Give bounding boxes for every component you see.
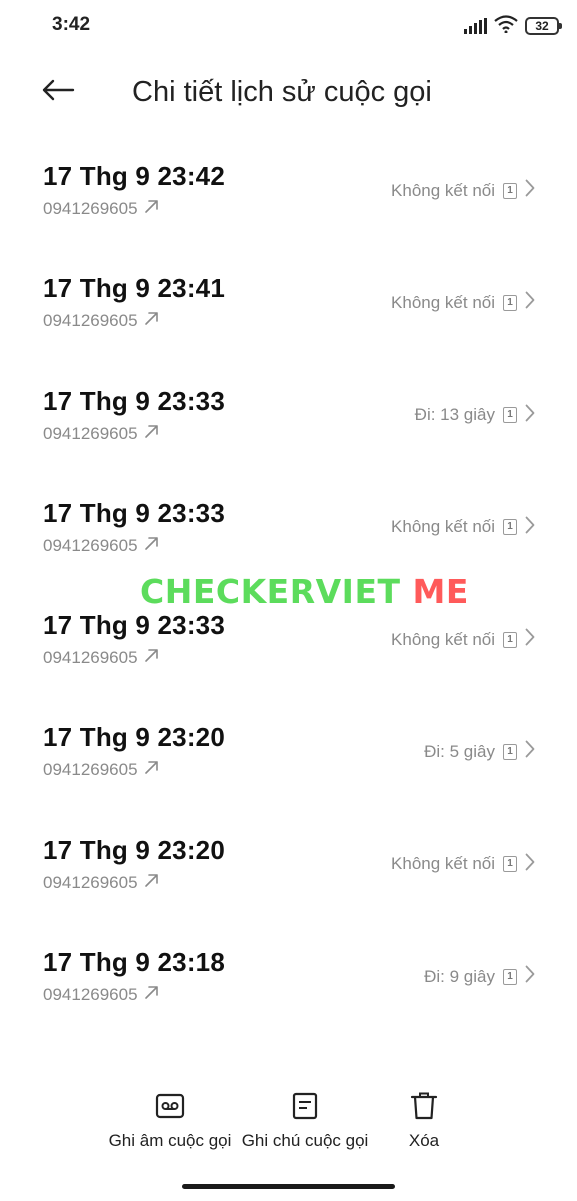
call-log-row[interactable]: 17 Thg 9 23:42 0941269605 Không kết nối 1 [0, 145, 577, 257]
trash-icon [408, 1090, 440, 1122]
status-icons: 32 [464, 14, 562, 38]
call-number: 0941269605 [43, 760, 159, 780]
back-button[interactable] [38, 74, 78, 110]
phone-number: 0941269605 [43, 872, 138, 892]
call-datetime: 17 Thg 9 23:18 [43, 947, 225, 978]
call-status: Đi: 13 giây [414, 405, 495, 425]
outgoing-arrow-icon [144, 536, 159, 556]
chevron-right-icon [525, 404, 535, 427]
call-status-group: Không kết nối 1 [391, 516, 535, 539]
sim-card-icon: 1 [503, 631, 517, 648]
sim-card-icon: 1 [503, 294, 517, 311]
call-datetime: 17 Thg 9 23:20 [43, 722, 225, 753]
call-status-group: Đi: 5 giây 1 [424, 740, 535, 763]
call-status-group: Không kết nối 1 [391, 291, 535, 314]
call-number: 0941269605 [43, 985, 159, 1005]
status-time: 3:42 [52, 14, 91, 35]
call-status: Không kết nối [391, 180, 495, 200]
status-bar: 3:42 32 [0, 0, 577, 50]
call-status: Không kết nối [391, 854, 495, 874]
call-status-group: Đi: 13 giây 1 [415, 404, 535, 427]
call-datetime: 17 Thg 9 23:41 [43, 273, 225, 304]
call-note-button[interactable]: Ghi chú cuộc gọi [242, 1090, 368, 1151]
sim-card-icon: 1 [503, 182, 517, 199]
sim-card-icon: 1 [503, 519, 517, 536]
call-log-row[interactable]: 17 Thg 9 23:20 0941269605 Đi: 5 giây 1 [0, 706, 577, 818]
phone-number: 0941269605 [43, 648, 138, 668]
delete-button[interactable]: Xóa [398, 1090, 450, 1151]
call-log-row[interactable]: 17 Thg 9 23:41 0941269605 Không kết nối 1 [0, 257, 577, 369]
sim-card-icon: 1 [503, 407, 517, 424]
call-status: Không kết nối [391, 517, 495, 537]
call-number: 0941269605 [43, 648, 159, 668]
chevron-right-icon [525, 628, 535, 651]
note-icon [289, 1090, 321, 1122]
call-log-row[interactable]: 17 Thg 9 23:33 0941269605 Đi: 13 giây 1 [0, 370, 577, 482]
chevron-right-icon [525, 740, 535, 763]
call-status: Không kết nối [391, 629, 495, 649]
call-note-label: Ghi chú cuộc gọi [241, 1131, 369, 1150]
battery-icon: 32 [525, 17, 562, 35]
call-number: 0941269605 [43, 424, 159, 444]
chevron-right-icon [525, 291, 535, 314]
home-indicator[interactable] [182, 1184, 395, 1189]
call-number: 0941269605 [43, 536, 159, 556]
outgoing-arrow-icon [144, 985, 159, 1005]
call-log-row[interactable]: 17 Thg 9 23:18 0941269605 Đi: 9 giây 1 [0, 931, 577, 1043]
signal-icon [464, 18, 487, 34]
arrow-left-icon [41, 79, 75, 106]
chevron-right-icon [525, 965, 535, 988]
outgoing-arrow-icon [144, 648, 159, 668]
wifi-icon [494, 14, 518, 38]
battery-level: 32 [535, 19, 549, 33]
call-status-group: Không kết nối 1 [391, 179, 535, 202]
delete-label: Xóa [408, 1131, 440, 1150]
outgoing-arrow-icon [144, 760, 159, 780]
call-number: 0941269605 [43, 311, 159, 331]
phone-number: 0941269605 [43, 311, 138, 331]
call-status: Không kết nối [391, 292, 495, 312]
sim-card-icon: 1 [503, 743, 517, 760]
call-datetime: 17 Thg 9 23:20 [43, 834, 225, 865]
phone-number: 0941269605 [43, 760, 138, 780]
sim-card-icon: 1 [503, 968, 517, 985]
page-title: Chi tiết lịch sử cuộc gọi [132, 76, 432, 108]
call-status: Đi: 9 giây [424, 966, 495, 986]
bottom-action-bar: Ghi âm cuộc gọi Ghi chú cuộc gọi Xóa [0, 1090, 577, 1160]
record-call-button[interactable]: Ghi âm cuộc gọi [108, 1090, 232, 1151]
watermark-part-2: ME [400, 572, 469, 611]
call-log-row[interactable]: 17 Thg 9 23:20 0941269605 Không kết nối 1 [0, 819, 577, 931]
watermark-part-1: CHECKERVIET [140, 572, 401, 611]
chevron-right-icon [525, 179, 535, 202]
outgoing-arrow-icon [144, 424, 159, 444]
sim-card-icon: 1 [503, 856, 517, 873]
call-status-group: Đi: 9 giây 1 [424, 965, 535, 988]
call-datetime: 17 Thg 9 23:42 [43, 161, 225, 191]
call-status-group: Không kết nối 1 [391, 853, 535, 876]
call-log-row[interactable]: 17 Thg 9 23:33 0941269605 Không kết nối 1 [0, 594, 577, 706]
app-header: Chi tiết lịch sử cuộc gọi [0, 64, 577, 120]
call-number: 0941269605 [43, 199, 159, 219]
phone-number: 0941269605 [43, 535, 138, 555]
phone-number: 0941269605 [43, 199, 138, 218]
record-call-label: Ghi âm cuộc gọi [108, 1131, 232, 1150]
voicemail-icon [154, 1090, 186, 1122]
chevron-right-icon [525, 853, 535, 876]
call-datetime: 17 Thg 9 23:33 [43, 610, 225, 641]
phone-number: 0941269605 [43, 423, 138, 443]
phone-number: 0941269605 [43, 985, 138, 1005]
call-status: Đi: 5 giây [424, 741, 495, 761]
chevron-right-icon [525, 516, 535, 539]
outgoing-arrow-icon [144, 873, 159, 893]
call-number: 0941269605 [43, 873, 159, 893]
call-datetime: 17 Thg 9 23:33 [43, 385, 225, 416]
call-datetime: 17 Thg 9 23:33 [43, 497, 225, 528]
call-status-group: Không kết nối 1 [391, 628, 535, 651]
outgoing-arrow-icon [144, 199, 159, 219]
watermark: CHECKERVIET ME [140, 572, 469, 611]
outgoing-arrow-icon [144, 311, 159, 331]
